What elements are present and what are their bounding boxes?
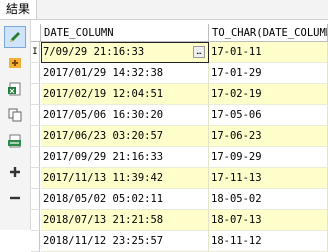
cell-to-char-column[interactable]: 17-05-06: [209, 105, 328, 126]
row-header[interactable]: [31, 189, 40, 210]
cell-date-column[interactable]: 2017/11/13 11:39:42: [41, 168, 209, 189]
cell-date-column[interactable]: 2017/05/06 16:30:20: [41, 105, 209, 126]
cell-date-column[interactable]: 2017/06/23 03:20:57: [41, 126, 209, 147]
copy-icon[interactable]: [4, 104, 26, 126]
add-icon[interactable]: [4, 161, 26, 183]
row-header[interactable]: [31, 147, 40, 168]
cell-text: 2017/02/19 12:04:51: [43, 88, 164, 100]
row-header[interactable]: [31, 168, 40, 189]
row-header[interactable]: I: [31, 42, 40, 63]
cell-date-column[interactable]: 2018/07/13 21:21:58: [41, 210, 209, 231]
remove-icon[interactable]: [4, 187, 26, 209]
cell-to-char-column[interactable]: 17-01-29: [209, 63, 328, 84]
cell-to-char-column[interactable]: 17-01-11: [209, 42, 328, 63]
cell-to-char-column[interactable]: 17-11-13: [209, 168, 328, 189]
edit-pencil-icon[interactable]: [4, 26, 26, 48]
export-excel-icon[interactable]: [4, 78, 26, 100]
cell-date-column[interactable]: 2018/11/12 23:25:57: [41, 231, 209, 252]
result-toolbar: [0, 20, 31, 230]
cell-date-column[interactable]: 2017/01/29 14:32:38: [41, 63, 209, 84]
cell-date-column[interactable]: 7/09/29 21:16:33 …: [41, 42, 209, 63]
row-header[interactable]: [31, 84, 40, 105]
cell-to-char-column[interactable]: 17-09-29: [209, 147, 328, 168]
result-grid[interactable]: DATE_COLUMN TO_CHAR(DATE_COLUMN) I 7/09/2…: [31, 20, 328, 252]
row-header[interactable]: [31, 210, 40, 231]
cell-text: 2018/07/13 21:21:58: [43, 214, 164, 226]
cell-text: 2018/11/12 23:25:57: [43, 235, 164, 247]
cell-text: 2017/06/23 03:20:57: [43, 130, 164, 142]
column-header-date[interactable]: DATE_COLUMN: [41, 24, 209, 42]
header-corner: [31, 24, 41, 42]
tab-results[interactable]: 結果: [0, 0, 38, 19]
row-header[interactable]: [31, 231, 40, 252]
cell-to-char-column[interactable]: 18-05-02: [209, 189, 328, 210]
cell-text: 2017/09/29 21:16:33: [43, 151, 164, 163]
cell-text: 7/09/29 21:16:33: [43, 46, 145, 58]
cell-to-char-column[interactable]: 17-02-19: [209, 84, 328, 105]
cell-text: 2017/11/13 11:39:42: [43, 172, 164, 184]
cell-edit-ellipsis-button[interactable]: …: [193, 46, 205, 58]
cell-date-column[interactable]: 2017/02/19 12:04:51: [41, 84, 209, 105]
cell-to-char-column[interactable]: 18-07-13: [209, 210, 328, 231]
insert-record-icon[interactable]: [4, 52, 26, 74]
cell-text: 2017/05/06 16:30:20: [43, 109, 164, 121]
export-csv-icon[interactable]: [4, 130, 26, 152]
row-header[interactable]: [31, 105, 40, 126]
cell-to-char-column[interactable]: 17-06-23: [209, 126, 328, 147]
cell-text: 2018/05/02 05:02:11: [43, 193, 164, 205]
row-header[interactable]: [31, 126, 40, 147]
cell-to-char-column[interactable]: 18-11-12: [209, 231, 328, 252]
cell-date-column[interactable]: 2018/05/02 05:02:11: [41, 189, 209, 210]
row-header[interactable]: [31, 63, 40, 84]
cell-date-column[interactable]: 2017/09/29 21:16:33: [41, 147, 209, 168]
cell-text: 2017/01/29 14:32:38: [43, 67, 164, 79]
result-tabbar: 結果: [0, 0, 328, 20]
column-header-to-char[interactable]: TO_CHAR(DATE_COLUMN): [209, 24, 328, 42]
